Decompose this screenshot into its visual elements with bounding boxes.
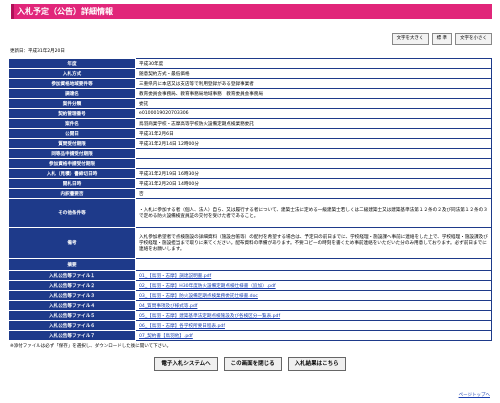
table-row: 公開日 平成31年2月6日	[8, 128, 492, 139]
detail-table: 年度 平成30年度 入札方式 随意契約方式・最低価格 参加資格地域要件等 三重県内に本店又…	[8, 58, 492, 341]
row-label: 公開日	[8, 128, 136, 139]
row-label: 質問受付期限	[8, 138, 136, 149]
file-cell: 07_契約書【鳥羽他】.pdf	[135, 330, 492, 341]
row-value: 平成31年2月14日 12時00分	[135, 138, 492, 149]
table-row: 入札方式 随意契約方式・最低価格	[8, 68, 492, 79]
file-link[interactable]: 05_【鳥羽・志摩】建築基準法定期点検施設及び各検区分一覧表.pdf	[139, 314, 280, 319]
file-cell: 02_【鳥羽・志摩】H30年度防火設備定期点検仕様書（追加）.pdf	[135, 280, 492, 291]
row-label: 内訳書要否	[8, 188, 136, 199]
row-value: 平成31年2月19日 16時30分	[135, 168, 492, 179]
row-value: 教育委員会事務局、教育事務局地域事務 教育委員会事務局	[135, 88, 492, 99]
row-label: 参加資格申請受付期限	[8, 158, 136, 169]
row-value: e0100019020703306	[135, 108, 492, 119]
row-label: 案件名	[8, 118, 136, 129]
row-value: 否	[135, 188, 492, 199]
file-row: 入札公告等ファイル４ 04_質問事項及び様式等.pdf	[8, 300, 492, 311]
row-value: 鳥羽商業学校・志摩高等学校防火設備定期点検業務委託	[135, 118, 492, 129]
table-row: 備考 入札参加希望者で点検施設の詳細資料（施設台帳等）の配付を希望する場合は、予…	[8, 227, 492, 259]
file-cell: 01_【鳥羽・志摩】調達説明書.pdf	[135, 270, 492, 281]
row-value	[135, 158, 492, 169]
file-cell: 06_【鳥羽・志摩】各学校所要日程表.pdf	[135, 320, 492, 331]
table-row: 調達名 教育委員会事務局、教育事務局地域事務 教育委員会事務局	[8, 88, 492, 99]
row-label: 摘要	[8, 258, 136, 271]
file-label: 入札公告等ファイル７	[8, 330, 136, 341]
file-label: 入札公告等ファイル５	[8, 310, 136, 321]
table-row: その他条件等 ・入札に参加する者（個人、法人）自ら、又は履行する者について、建築…	[8, 198, 492, 228]
table-row: 開札日時 平成31年2月20日 14時00分	[8, 178, 492, 189]
file-label: 入札公告等ファイル６	[8, 320, 136, 331]
file-label: 入札公告等ファイル３	[8, 290, 136, 301]
row-label: 入札（見積）書締切日時	[8, 168, 136, 179]
font-smaller-button[interactable]: 文字を小さく	[455, 33, 492, 45]
font-standard-button[interactable]: 標 準	[431, 33, 452, 45]
row-label: その他条件等	[8, 198, 136, 228]
row-value: 三重県内に本店又は支店等で利用登録がある登録事業者	[135, 78, 492, 89]
e-bidding-system-button[interactable]: 電子入札システムへ	[154, 357, 218, 371]
row-label: 契約管理番号	[8, 108, 136, 119]
file-link[interactable]: 01_【鳥羽・志摩】調達説明書.pdf	[139, 274, 211, 279]
bottom-buttons: 電子入札システムへ この画面を閉じる 入札結果はこちら	[8, 357, 492, 371]
row-label: 入札方式	[8, 68, 136, 79]
table-row: 契約管理番号 e0100019020703306	[8, 108, 492, 119]
close-window-button[interactable]: この画面を閉じる	[223, 357, 282, 371]
file-cell: 04_質問事項及び様式等.pdf	[135, 300, 492, 311]
row-label: 参加資格地域要件等	[8, 78, 136, 89]
table-row: 質問受付期限 平成31年2月14日 12時00分	[8, 138, 492, 149]
row-value: 平成31年2月6日	[135, 128, 492, 139]
row-value: 平成30年度	[135, 58, 492, 69]
file-link[interactable]: 04_質問事項及び様式等.pdf	[139, 304, 197, 309]
table-row: 同等品申請受付期限	[8, 148, 492, 159]
file-link[interactable]: 02_【鳥羽・志摩】H30年度防火設備定期点検仕様書（追加）.pdf	[139, 284, 276, 289]
table-row: 内訳書要否否	[8, 188, 492, 199]
updated-date: 更新日：平成31年2月20日	[10, 49, 65, 54]
file-label: 入札公告等ファイル２	[8, 280, 136, 291]
table-row: 摘要	[8, 258, 492, 271]
row-value: 委託	[135, 98, 492, 109]
row-value: 随意契約方式・最低価格	[135, 68, 492, 79]
row-value	[135, 148, 492, 159]
file-row: 入札公告等ファイル１ 01_【鳥羽・志摩】調達説明書.pdf	[8, 270, 492, 281]
file-label: 入札公告等ファイル４	[8, 300, 136, 311]
table-row: 参加資格地域要件等 三重県内に本店又は支店等で利用登録がある登録事業者	[8, 78, 492, 89]
row-label: 案件分類	[8, 98, 136, 109]
row-value	[135, 258, 492, 271]
table-row: 年度 平成30年度	[8, 58, 492, 69]
page-top-link[interactable]: ページトップへ	[459, 392, 490, 398]
font-larger-button[interactable]: 文字を大きく	[391, 33, 429, 45]
row-label: 同等品申請受付期限	[8, 148, 136, 159]
font-size-controls: 文字を大きく 標 準 文字を小さく	[8, 33, 492, 45]
file-row: 入札公告等ファイル５ 05_【鳥羽・志摩】建築基準法定期点検施設及び各検区分一覧表…	[8, 310, 492, 321]
row-label: 調達名	[8, 88, 136, 99]
row-label: 開札日時	[8, 178, 136, 189]
row-label: 備考	[8, 227, 136, 259]
file-link[interactable]: 07_契約書【鳥羽他】.pdf	[139, 334, 193, 339]
file-link[interactable]: 03_【鳥羽・志摩】防火設備定期点検業務委託仕様書.doc	[139, 294, 258, 299]
row-value: ・入札に参加する者（個人、法人）自ら、又は履行する者について、建築士法に定める一…	[135, 198, 492, 228]
row-value: 平成31年2月20日 14時00分	[135, 178, 492, 189]
file-row: 入札公告等ファイル３ 03_【鳥羽・志摩】防火設備定期点検業務委託仕様書.doc	[8, 290, 492, 301]
file-link[interactable]: 06_【鳥羽・志摩】各学校所要日程表.pdf	[139, 324, 225, 329]
row-label: 年度	[8, 58, 136, 69]
download-note: ※添付ファイルは必ず「保存」を選択し、ダウンロードした後に開いて下さい。	[10, 344, 172, 349]
file-cell: 03_【鳥羽・志摩】防火設備定期点検業務委託仕様書.doc	[135, 290, 492, 301]
bid-results-button[interactable]: 入札結果はこちら	[287, 357, 346, 371]
page-title: 入札予定（公告）詳細情報	[8, 4, 492, 19]
file-row: 入札公告等ファイル６ 06_【鳥羽・志摩】各学校所要日程表.pdf	[8, 320, 492, 331]
file-row: 入札公告等ファイル２ 02_【鳥羽・志摩】H30年度防火設備定期点検仕様書（追加）…	[8, 280, 492, 291]
table-row: 案件名 鳥羽商業学校・志摩高等学校防火設備定期点検業務委託	[8, 118, 492, 129]
page: 入札予定（公告）詳細情報 文字を大きく 標 準 文字を小さく 更新日：平成31年…	[0, 0, 500, 403]
file-label: 入札公告等ファイル１	[8, 270, 136, 281]
file-cell: 05_【鳥羽・志摩】建築基準法定期点検施設及び各検区分一覧表.pdf	[135, 310, 492, 321]
file-row: 入札公告等ファイル７ 07_契約書【鳥羽他】.pdf	[8, 330, 492, 341]
table-row: 参加資格申請受付期限	[8, 158, 492, 169]
table-row: 案件分類 委託	[8, 98, 492, 109]
table-row: 入札（見積）書締切日時 平成31年2月19日 16時30分	[8, 168, 492, 179]
row-value: 入札参加希望者で点検施設の詳細資料（施設台帳等）の配付を希望する場合は、予定日の…	[135, 227, 492, 259]
